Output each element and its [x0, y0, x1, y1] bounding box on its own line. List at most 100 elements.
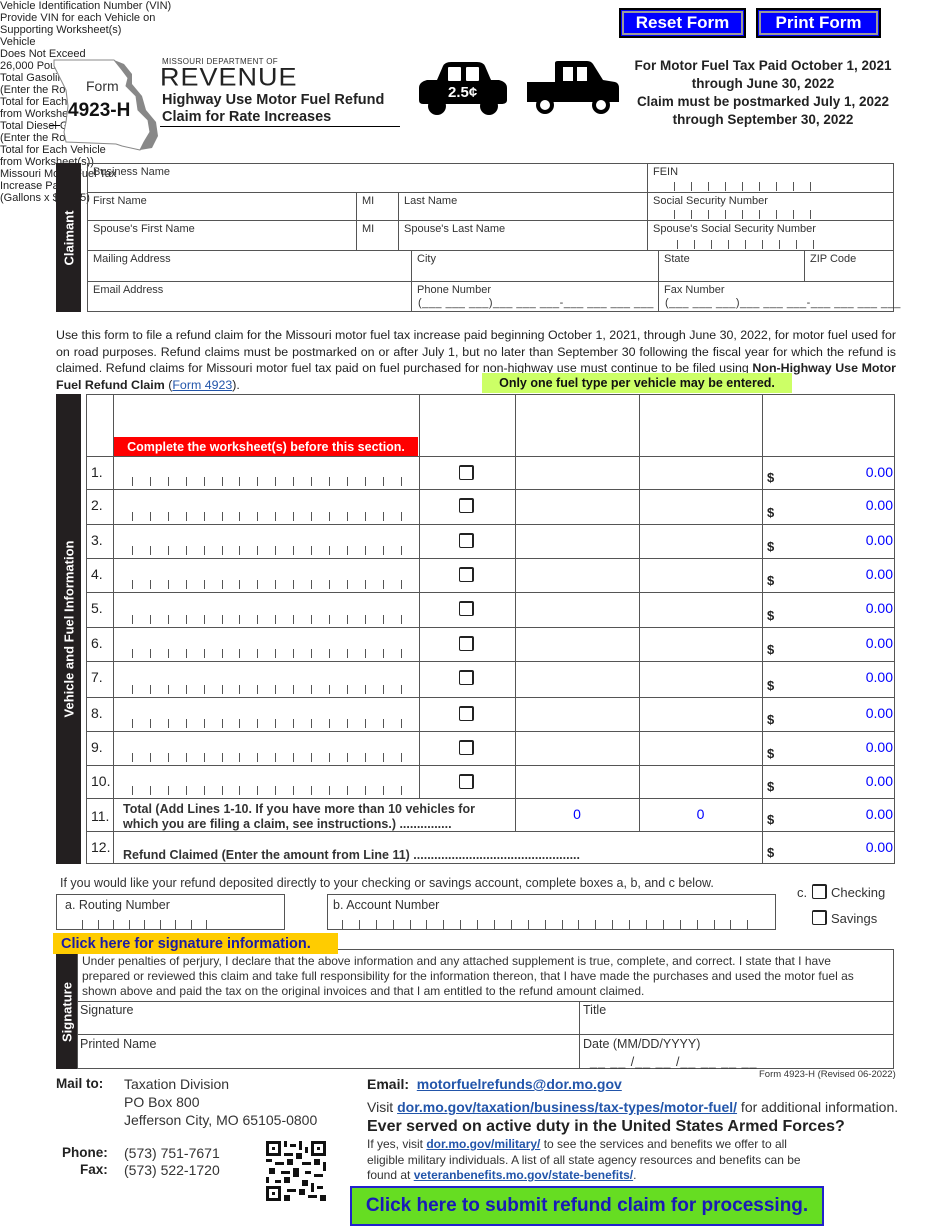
- signature-label-text: Signature: [59, 981, 74, 1042]
- last-name-field[interactable]: Last Name: [398, 192, 648, 221]
- vin-input[interactable]: [114, 753, 418, 762]
- routing-digit-ticks: [82, 920, 207, 929]
- currency-symbol: $: [767, 712, 775, 727]
- print-form-button[interactable]: Print Form: [756, 8, 881, 38]
- total-label-line: Total (Add Lines 1-10. If you have more …: [123, 802, 475, 816]
- weight-checkbox[interactable]: [459, 601, 474, 616]
- fein-field[interactable]: FEIN: [647, 163, 894, 193]
- account-number-field[interactable]: b. Account Number: [327, 894, 776, 930]
- gasoline-gallons-input[interactable]: [516, 457, 638, 488]
- weight-checkbox[interactable]: [459, 774, 474, 789]
- vin-input[interactable]: [114, 512, 418, 521]
- gasoline-gallons-input[interactable]: [516, 525, 638, 557]
- title-field[interactable]: Title: [583, 1003, 606, 1017]
- contact-fax: (573) 522-1720: [124, 1162, 220, 1178]
- currency-symbol: $: [767, 608, 775, 623]
- fax-field[interactable]: Fax Number (___ ___ ___)___ ___ ___-___ …: [658, 281, 900, 312]
- business-name-field[interactable]: Business Name: [87, 163, 648, 193]
- mi-field[interactable]: MI: [356, 192, 399, 221]
- gasoline-gallons-input[interactable]: [516, 766, 638, 797]
- zip-field[interactable]: ZIP Code: [804, 250, 894, 282]
- direct-deposit-note: If you would like your refund deposited …: [60, 876, 714, 890]
- vin-input[interactable]: [114, 786, 418, 795]
- intro-paren: ).: [232, 377, 240, 392]
- vin-input[interactable]: [114, 580, 418, 589]
- city-field[interactable]: City: [411, 250, 659, 282]
- gasoline-gallons-input[interactable]: [516, 662, 638, 696]
- diesel-gallons-input[interactable]: [640, 457, 761, 488]
- state-field[interactable]: State: [658, 250, 805, 282]
- signature-field[interactable]: Signature: [80, 1003, 134, 1017]
- diesel-gallons-input[interactable]: [640, 593, 761, 626]
- diesel-gallons-input[interactable]: [640, 559, 761, 591]
- business-name-label: Business Name: [93, 166, 171, 178]
- routing-number-field[interactable]: a. Routing Number: [56, 894, 285, 930]
- savings-checkbox[interactable]: [812, 910, 827, 925]
- email-link[interactable]: motorfuelrefunds@dor.mo.gov: [417, 1076, 622, 1092]
- email-field[interactable]: Email Address: [87, 281, 412, 312]
- gasoline-gallons-input[interactable]: [516, 628, 638, 660]
- ssn-field[interactable]: Social Security Number: [647, 192, 894, 221]
- vin-input[interactable]: [114, 649, 418, 658]
- row-number: 8.: [91, 705, 103, 721]
- row-number: 11.: [91, 808, 110, 824]
- diesel-gallons-input[interactable]: [640, 490, 761, 523]
- contact-phone: (573) 751-7671: [124, 1145, 220, 1161]
- spouse-first-name-field[interactable]: Spouse's First Name: [87, 220, 357, 251]
- spouse-last-name-field[interactable]: Spouse's Last Name: [398, 220, 648, 251]
- gasoline-gallons-input[interactable]: [516, 732, 638, 764]
- weight-checkbox[interactable]: [459, 567, 474, 582]
- first-name-field[interactable]: First Name: [87, 192, 357, 221]
- diesel-gallons-input[interactable]: [640, 662, 761, 696]
- gasoline-gallons-input[interactable]: [516, 559, 638, 591]
- weight-checkbox[interactable]: [459, 740, 474, 755]
- row-divider: [86, 798, 895, 799]
- phone-field[interactable]: Phone Number (___ ___ ___)___ ___ ___-__…: [411, 281, 659, 312]
- ssn-label: Social Security Number: [653, 195, 768, 207]
- row-number: 9.: [91, 739, 103, 755]
- vin-input[interactable]: [114, 477, 418, 486]
- spouse-last-name-label: Spouse's Last Name: [404, 223, 506, 235]
- motor-fuel-link[interactable]: dor.mo.gov/taxation/business/tax-types/m…: [397, 1099, 737, 1115]
- signature-info-link[interactable]: Click here for signature information.: [53, 933, 338, 954]
- checking-checkbox[interactable]: [812, 884, 827, 899]
- diesel-gallons-input[interactable]: [640, 698, 761, 730]
- weight-checkbox[interactable]: [459, 465, 474, 480]
- submit-claim-button[interactable]: Click here to submit refund claim for pr…: [350, 1186, 824, 1226]
- printed-name-field[interactable]: Printed Name: [80, 1037, 156, 1051]
- gasoline-gallons-input[interactable]: [516, 490, 638, 523]
- military-link[interactable]: dor.mo.gov/military/: [426, 1137, 540, 1151]
- worksheet-warning: Complete the worksheet(s) before this se…: [114, 437, 418, 456]
- date-field[interactable]: Date (MM/DD/YYYY): [583, 1037, 700, 1051]
- vin-input[interactable]: [114, 719, 418, 728]
- address-line: Jefferson City, MO 65105-0800: [124, 1112, 318, 1128]
- reset-form-button[interactable]: Reset Form: [619, 8, 746, 38]
- diesel-gallons-input[interactable]: [640, 732, 761, 764]
- gasoline-gallons-input[interactable]: [516, 593, 638, 626]
- weight-checkbox[interactable]: [459, 498, 474, 513]
- diesel-gallons-input[interactable]: [640, 628, 761, 660]
- routing-number-label: a. Routing Number: [65, 898, 170, 912]
- tax-amount: 0.00: [865, 600, 893, 616]
- weight-checkbox[interactable]: [459, 706, 474, 721]
- row-number: 5.: [91, 600, 103, 616]
- truck-icon: [527, 61, 619, 114]
- diesel-gallons-input[interactable]: [640, 766, 761, 797]
- veteran-benefits-link[interactable]: veteranbenefits.mo.gov/state-benefits/: [414, 1168, 633, 1182]
- spouse-ssn-field[interactable]: Spouse's Social Security Number: [647, 220, 894, 251]
- weight-checkbox[interactable]: [459, 636, 474, 651]
- spouse-first-name-label: Spouse's First Name: [93, 223, 195, 235]
- weight-checkbox[interactable]: [459, 670, 474, 685]
- diesel-gallons-input[interactable]: [640, 525, 761, 557]
- checking-label: Checking: [831, 885, 886, 900]
- total-tax-amount: 0.00: [865, 806, 893, 822]
- mailing-address-field[interactable]: Mailing Address: [87, 250, 412, 282]
- vin-input[interactable]: [114, 615, 418, 624]
- weight-checkbox[interactable]: [459, 533, 474, 548]
- form-4923-link[interactable]: Form 4923: [172, 378, 232, 392]
- gasoline-gallons-input[interactable]: [516, 698, 638, 730]
- spouse-mi-field[interactable]: MI: [356, 220, 399, 251]
- row-number: 1.: [91, 464, 103, 480]
- vin-input[interactable]: [114, 546, 418, 555]
- vin-input[interactable]: [114, 685, 418, 694]
